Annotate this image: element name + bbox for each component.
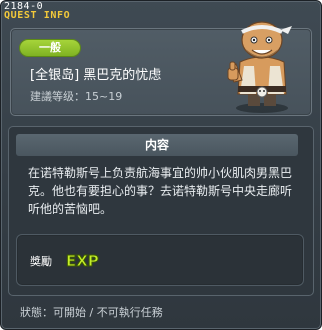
- quest-level: 建議等级：15~19: [30, 90, 123, 103]
- content-header: 内容: [16, 134, 298, 156]
- quest-status: 狀態：可開始 / 不可執行任務: [20, 306, 163, 319]
- reward-label: 獎勵: [30, 255, 52, 268]
- svg-text:EXP: EXP: [66, 252, 99, 270]
- exp-icon: EXP: [66, 252, 100, 271]
- quest-name: [全银岛] 黑巴克的忧虑: [30, 68, 162, 83]
- reward-box: [16, 234, 304, 286]
- category-badge: 一般: [20, 40, 80, 56]
- quest-description: 在诺特勒斯号上负责航海事宜的帅小伙肌肉男黑巴克。他也有要担心的事？去诺特勒斯号中…: [28, 166, 293, 216]
- window-title: QUEST INFO: [4, 10, 71, 21]
- npc-portrait-icon: [227, 21, 292, 113]
